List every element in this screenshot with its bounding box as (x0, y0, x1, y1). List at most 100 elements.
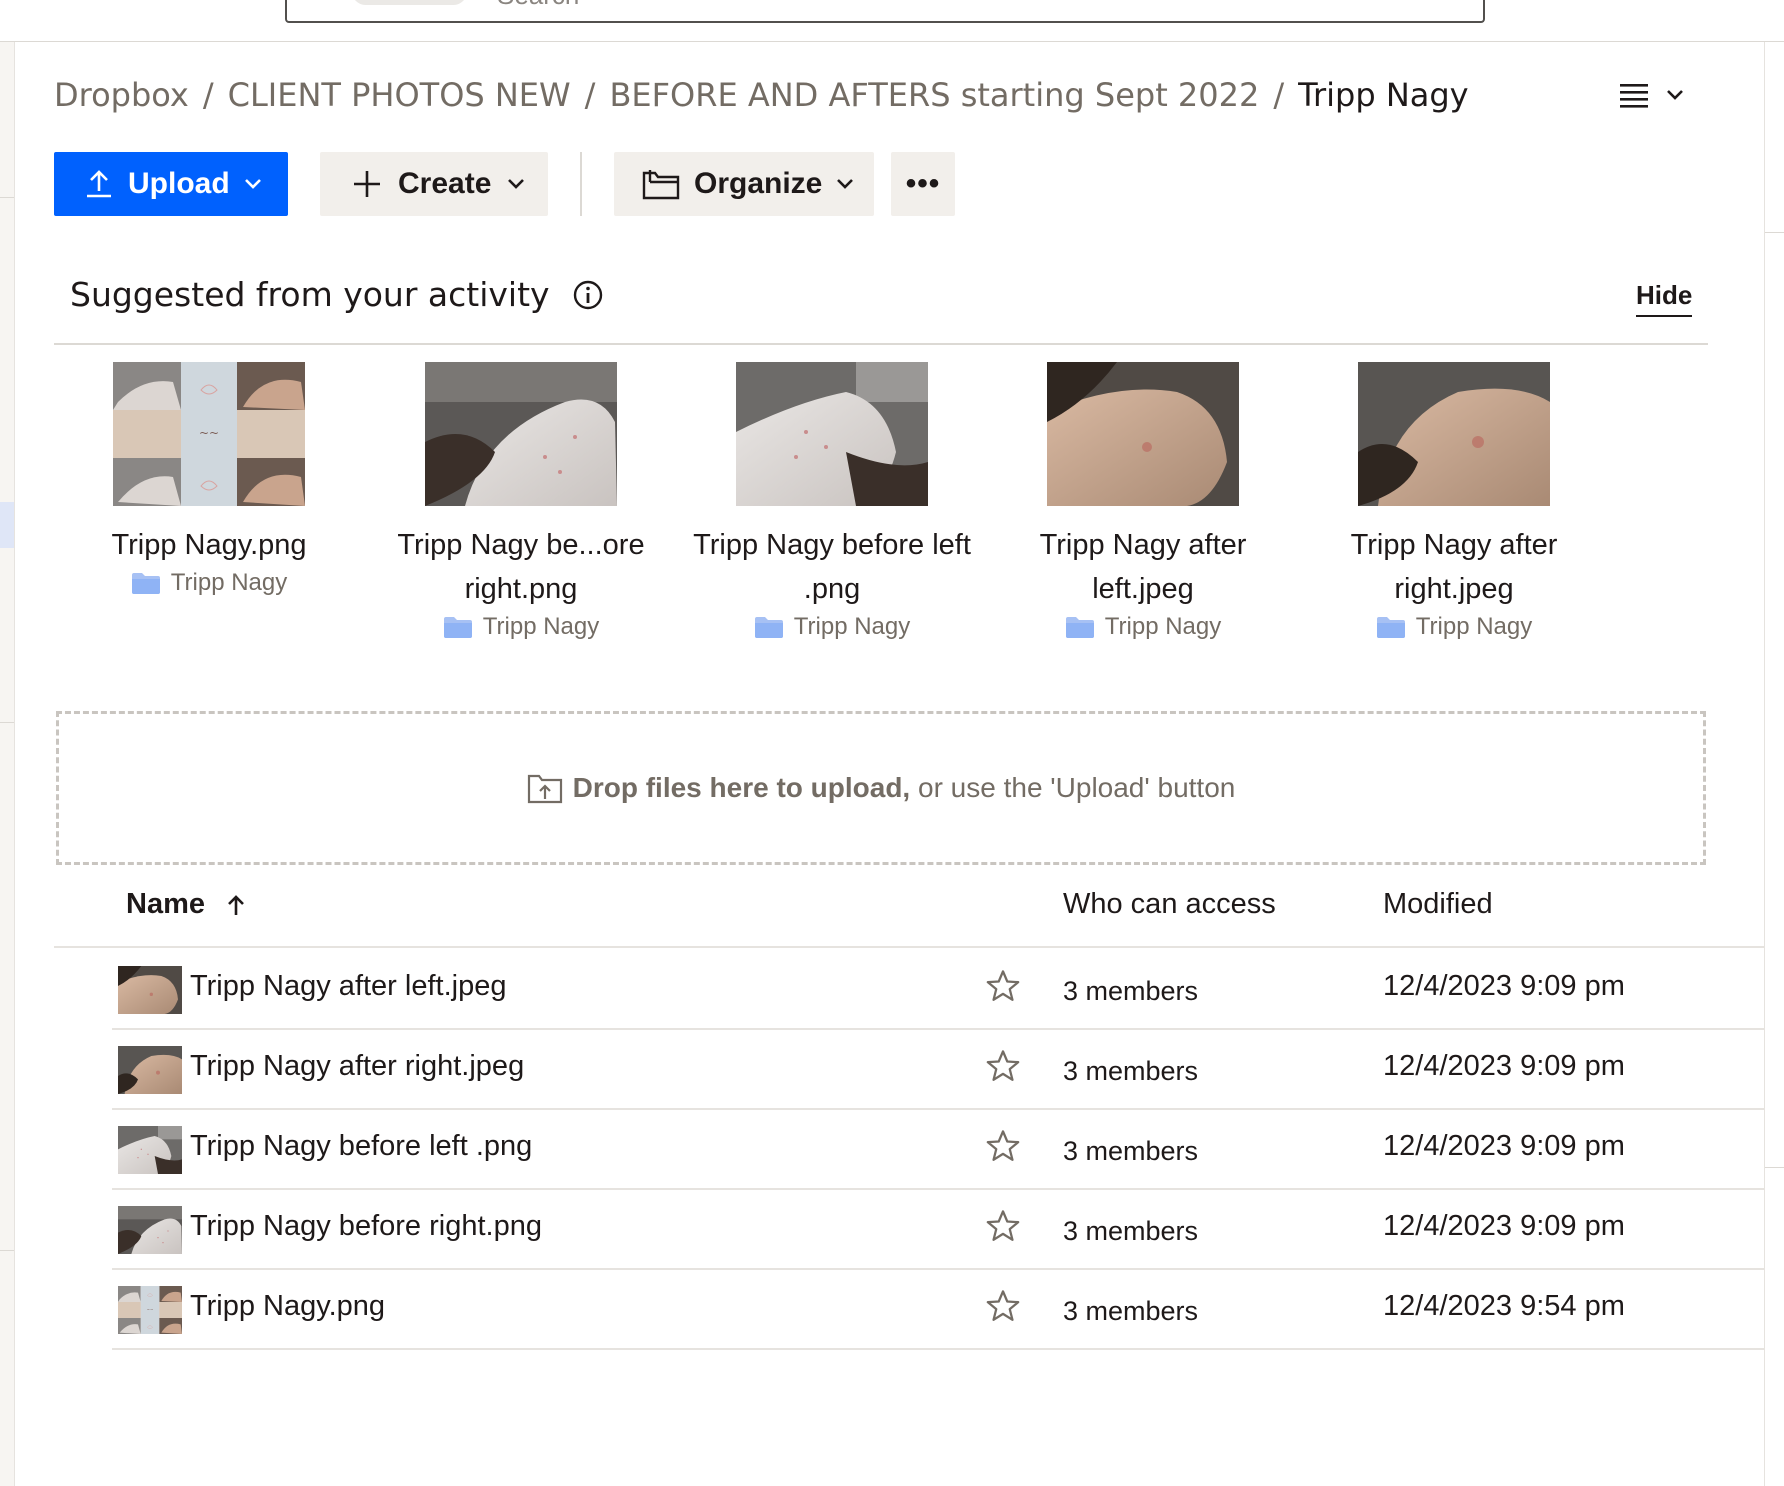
file-thumbnail (118, 1206, 182, 1254)
file-name[interactable]: Tripp Nagy after left.jpeg (190, 970, 506, 1003)
suggested-file-card[interactable]: Tripp Nagy after left.jpeg Tripp Nagy (993, 362, 1293, 641)
dropzone-bold-text: Drop files here to upload, (572, 772, 911, 803)
search-bar[interactable]: ‹ Search (285, 0, 1485, 23)
more-dots-icon: ••• (905, 167, 941, 200)
breadcrumb-separator: / (1273, 76, 1285, 114)
create-label: Create (398, 167, 492, 200)
folder-icon (754, 615, 784, 639)
column-header-name[interactable]: Name (126, 888, 245, 921)
folder-icon (1376, 615, 1406, 639)
file-thumbnail (1358, 362, 1550, 506)
suggested-section-title: Suggested from your activity (70, 275, 604, 314)
suggested-file-card[interactable]: Tripp Nagy after right.jpeg Tripp Nagy (1304, 362, 1604, 641)
table-row[interactable]: Tripp Nagy.png 3 members 12/4/2023 9:54 … (112, 1270, 1764, 1350)
upload-button[interactable]: Upload (54, 152, 288, 216)
folder-icon (443, 615, 473, 639)
file-thumbnail (736, 362, 928, 506)
suggested-file-card[interactable]: Tripp Nagy be...ore right.png Tripp Nagy (371, 362, 671, 641)
file-thumbnail (118, 966, 182, 1014)
breadcrumb-dropbox[interactable]: Dropbox (54, 76, 189, 114)
organize-label: Organize (694, 167, 823, 200)
suggested-file-name: Tripp Nagy before left .png (693, 529, 971, 605)
active-nav-indicator (0, 502, 14, 548)
access-members[interactable]: 3 members (1063, 1216, 1198, 1247)
suggested-file-name: Tripp Nagy after left.jpeg (1039, 529, 1247, 605)
suggested-file-card[interactable]: Tripp Nagy.png Tripp Nagy (59, 362, 359, 597)
chevron-down-icon (1667, 90, 1683, 100)
access-members[interactable]: 3 members (1063, 1056, 1198, 1087)
sort-ascending-icon (228, 894, 244, 915)
star-icon[interactable] (985, 1128, 1021, 1164)
table-row[interactable]: Tripp Nagy before right.png 3 members 12… (112, 1190, 1764, 1270)
more-options-button[interactable]: ••• (891, 152, 955, 216)
star-icon[interactable] (985, 1288, 1021, 1324)
upload-drop-zone[interactable]: Drop files here to upload, or use the 'U… (56, 711, 1706, 865)
suggested-file-location: Tripp Nagy (993, 613, 1293, 641)
suggested-title-text: Suggested from your activity (70, 275, 550, 314)
folder-outline-icon (642, 170, 680, 200)
right-panel-edge (1764, 42, 1784, 1486)
table-header-divider (54, 946, 1764, 948)
table-row[interactable]: Tripp Nagy after right.jpeg 3 members 12… (112, 1030, 1764, 1110)
folder-icon (1065, 615, 1095, 639)
breadcrumb-before-and-afters[interactable]: BEFORE AND AFTERS starting Sept 2022 (609, 76, 1259, 114)
plus-icon (354, 171, 380, 197)
file-thumbnail (425, 362, 617, 506)
chevron-down-icon (244, 179, 261, 189)
table-row[interactable]: Tripp Nagy after left.jpeg 3 members 12/… (112, 950, 1764, 1030)
column-header-access: Who can access (1063, 888, 1276, 920)
view-options-button[interactable] (1620, 82, 1684, 108)
chevron-down-icon (508, 179, 525, 189)
toolbar-divider (580, 152, 582, 216)
upload-icon (87, 170, 111, 198)
suggested-file-location: Tripp Nagy (682, 613, 982, 641)
chevron-down-icon (837, 179, 854, 189)
file-name[interactable]: Tripp Nagy.png (190, 1290, 385, 1323)
search-placeholder[interactable]: Search (497, 0, 579, 11)
suggested-file-location: Tripp Nagy (371, 613, 671, 641)
upload-folder-icon (527, 774, 562, 804)
file-thumbnail (1047, 362, 1239, 506)
modified-date: 12/4/2023 9:09 pm (1383, 1050, 1625, 1082)
table-row[interactable]: Tripp Nagy before left .png 3 members 12… (112, 1110, 1764, 1190)
search-scope-chip[interactable] (352, 0, 467, 5)
star-icon[interactable] (985, 968, 1021, 1004)
back-arrow-icon[interactable]: ‹ (317, 0, 326, 9)
suggested-file-name: Tripp Nagy.png (111, 529, 307, 561)
file-name[interactable]: Tripp Nagy before left .png (190, 1130, 532, 1163)
suggested-file-name: Tripp Nagy after right.jpeg (1350, 529, 1558, 605)
file-name[interactable]: Tripp Nagy after right.jpeg (190, 1050, 524, 1083)
breadcrumb-client-photos[interactable]: CLIENT PHOTOS NEW (228, 76, 571, 114)
file-thumbnail (113, 362, 305, 506)
star-icon[interactable] (985, 1208, 1021, 1244)
column-header-modified[interactable]: Modified (1383, 888, 1493, 921)
create-button[interactable]: Create (320, 152, 548, 216)
breadcrumb-separator: / (202, 76, 214, 114)
star-icon[interactable] (985, 1048, 1021, 1084)
dropzone-text: or use the 'Upload' button (910, 772, 1236, 803)
suggested-file-card[interactable]: Tripp Nagy before left .png Tripp Nagy (682, 362, 982, 641)
suggested-file-location: Tripp Nagy (1304, 613, 1604, 641)
breadcrumb: Dropbox / CLIENT PHOTOS NEW / BEFORE AND… (54, 76, 1469, 114)
breadcrumb-separator: / (584, 76, 596, 114)
suggested-divider (54, 343, 1708, 345)
suggested-file-name: Tripp Nagy be...ore right.png (397, 529, 645, 605)
folder-icon (131, 571, 161, 595)
file-thumbnail (118, 1286, 182, 1334)
file-thumbnail (118, 1046, 182, 1094)
access-members[interactable]: 3 members (1063, 1296, 1198, 1327)
access-members[interactable]: 3 members (1063, 1136, 1198, 1167)
upload-label: Upload (128, 167, 230, 200)
file-name[interactable]: Tripp Nagy before right.png (190, 1210, 542, 1243)
modified-date: 12/4/2023 9:09 pm (1383, 970, 1625, 1002)
access-members[interactable]: 3 members (1063, 976, 1198, 1007)
left-navigation-rail (0, 42, 15, 1486)
modified-date: 12/4/2023 9:54 pm (1383, 1290, 1625, 1322)
suggested-file-location: Tripp Nagy (59, 569, 359, 597)
file-thumbnail (118, 1126, 182, 1174)
info-icon[interactable] (572, 279, 604, 311)
organize-button[interactable]: Organize (614, 152, 874, 216)
top-bar: ‹ Search (0, 0, 1784, 42)
modified-date: 12/4/2023 9:09 pm (1383, 1130, 1625, 1162)
hide-suggestions-link[interactable]: Hide (1636, 280, 1693, 317)
